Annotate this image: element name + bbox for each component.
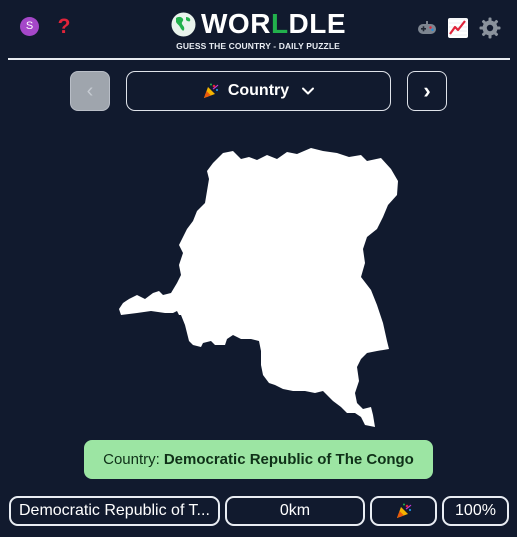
header: S ? WORLDLE GUESS THE COUNTRY - DAILY PU…	[8, 0, 510, 60]
guess-direction-cell	[370, 496, 437, 526]
logo-text: WORLDLE	[201, 8, 346, 40]
guess-name: Democratic Republic of T...	[19, 502, 210, 519]
answer-banner: Country: Democratic Republic of The Cong…	[84, 440, 433, 479]
chevron-down-icon	[302, 87, 315, 95]
worldle-page: S ? WORLDLE GUESS THE COUNTRY - DAILY PU…	[0, 0, 517, 537]
chevron-left-icon: ‹	[86, 80, 94, 102]
mode-select[interactable]: Country	[126, 71, 391, 111]
party-popper-icon	[203, 83, 219, 98]
gear-icon[interactable]	[479, 17, 501, 39]
guess-distance: 0km	[279, 502, 311, 519]
mode-label: Country	[227, 82, 290, 99]
previous-button[interactable]: ‹	[70, 71, 110, 111]
globe-icon	[171, 12, 196, 36]
avatar[interactable]: S	[20, 17, 39, 36]
guess-proximity: 100%	[455, 502, 496, 519]
logo-accent: L	[270, 8, 289, 39]
answer-country: Democratic Republic of The Congo	[163, 451, 414, 468]
logo-part1: WOR	[201, 8, 271, 39]
next-button[interactable]: ›	[407, 71, 447, 111]
logo: WORLDLE	[171, 8, 346, 40]
chevron-right-icon: ›	[423, 78, 431, 103]
stats-chart-icon[interactable]	[447, 17, 469, 39]
guess-proximity-cell: 100%	[442, 496, 509, 526]
guess-distance-cell: 0km	[225, 496, 365, 526]
answer-prefix: Country:	[103, 451, 160, 468]
help-icon[interactable]: ?	[55, 15, 73, 39]
gamepad-icon[interactable]	[416, 17, 438, 39]
guess-name-cell: Democratic Republic of T...	[9, 496, 220, 526]
party-popper-icon	[396, 503, 411, 518]
subtitle: GUESS THE COUNTRY - DAILY PUZZLE	[176, 41, 340, 51]
country-silhouette	[119, 148, 398, 427]
logo-part2: DLE	[288, 8, 347, 39]
